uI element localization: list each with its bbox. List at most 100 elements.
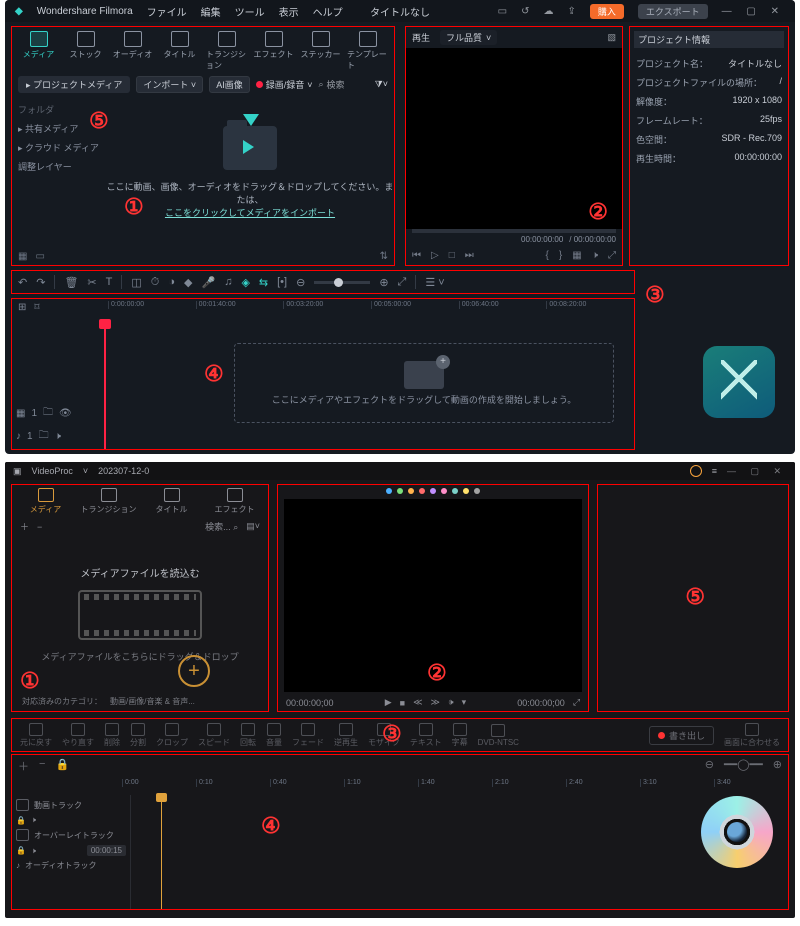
account-icon[interactable]	[690, 465, 702, 477]
timeline-area[interactable]: ここにメディアやエフェクトをドラッグして動画の作成を開始しましょう。 ④	[104, 321, 634, 449]
tab-stock[interactable]: ストック	[65, 31, 106, 71]
undo-icon[interactable]: ↶	[18, 276, 27, 289]
zoom-out-icon[interactable]: ⊖	[296, 276, 305, 289]
tool-delete[interactable]: 削除	[104, 723, 120, 748]
audio-track[interactable]: ♪オーディオトラック	[16, 860, 126, 871]
tab-title[interactable]: タイトル	[159, 31, 200, 71]
video-track-ctrl[interactable]: 🔒🕨	[16, 815, 126, 825]
timeline-ruler[interactable]: 0:000:10 0:401:10 1:402:10 2:403:10 3:40	[122, 777, 788, 795]
volume-icon[interactable]: 🕩	[448, 697, 454, 708]
tab-media[interactable]: メディア	[16, 488, 75, 515]
redo-icon[interactable]: ↷	[36, 276, 45, 289]
tl-lock-icon[interactable]: 🔒	[55, 758, 69, 774]
tool-split[interactable]: 分割	[130, 723, 146, 748]
search-input[interactable]: 検索... ⌕	[205, 520, 238, 533]
timeline-dropzone[interactable]: ここにメディアやエフェクトをドラッグして動画の作成を開始しましょう。	[234, 343, 614, 423]
play-mode[interactable]: 再生	[412, 31, 430, 44]
export-button[interactable]: 書き出し	[649, 726, 714, 745]
tool-dvd[interactable]: DVD-NTSC	[478, 724, 519, 747]
window-controls[interactable]: — ▢ ✕	[722, 6, 785, 17]
tab-transition[interactable]: トランジション	[79, 488, 138, 515]
cloud-icon[interactable]: ☁	[543, 6, 553, 17]
delete-icon[interactable]: 🗑	[64, 276, 78, 289]
range-icon[interactable]: [•]	[277, 276, 287, 288]
add-media-icon[interactable]: +	[178, 655, 210, 687]
tool-subtitle[interactable]: 字幕	[452, 723, 468, 748]
record-button[interactable]: 録画/録音 ˅	[256, 78, 313, 91]
settings-icon[interactable]: ▦	[572, 250, 581, 261]
fullscreen-icon[interactable]: ⤢	[573, 697, 580, 708]
import-link[interactable]: ここをクリックしてメディアをインポート	[165, 208, 335, 218]
tab-audio[interactable]: オーディオ	[112, 31, 153, 71]
media-dropzone[interactable]: ここに動画、画像、オーディオをドラッグ＆ドロップしてください。または、 ここをク…	[106, 96, 394, 248]
search-input[interactable]: ⌕ 検索	[318, 78, 368, 91]
tl-magnet-icon[interactable]: ⌑	[34, 302, 39, 318]
tl-remove-icon[interactable]: −	[39, 758, 45, 774]
tool-text[interactable]: テキスト	[410, 723, 442, 748]
fit-icon[interactable]: ⤢	[398, 276, 407, 289]
list-view-icon[interactable]: ▭	[35, 251, 44, 262]
tool-fade[interactable]: フェード	[292, 723, 324, 748]
next-icon[interactable]: ≫	[430, 697, 439, 708]
menu-help[interactable]: ヘルプ	[313, 4, 343, 19]
color-icon[interactable]: ◑	[168, 276, 175, 288]
volume-icon[interactable]: 🕨	[592, 250, 598, 261]
save-icon[interactable]: ▭	[498, 6, 507, 17]
tl-zoom-out-icon[interactable]: ⊖	[705, 758, 714, 774]
video-track-header[interactable]: ▦1🗀👁	[16, 405, 100, 422]
tab-effect[interactable]: エフェクト	[253, 31, 294, 71]
timeline-ruler[interactable]: 0:00:00:0000:01:40:00 00:03:20:0000:05:0…	[108, 299, 634, 321]
quality-dropdown[interactable]: フル品質 ˅	[440, 30, 497, 45]
cut-icon[interactable]: ✂	[87, 276, 96, 289]
overlay-track-ctrl[interactable]: 🔒🕨00:00:15	[16, 845, 126, 856]
snapshot-icon[interactable]: ▧	[607, 32, 616, 43]
menu-edit[interactable]: 編集	[201, 4, 221, 19]
overlay-track[interactable]: オーバーレイトラック	[16, 829, 126, 841]
tl-expand-icon[interactable]: ⊞	[18, 302, 26, 318]
link-icon[interactable]: ⇆	[259, 276, 268, 289]
tab-media[interactable]: メディア	[18, 31, 59, 71]
video-track[interactable]: 動画トラック	[16, 799, 126, 811]
marker-icon[interactable]: ◈	[241, 276, 249, 289]
prev-frame-icon[interactable]: ⏮	[412, 250, 421, 261]
stop-icon[interactable]: ■	[400, 698, 405, 708]
project-media-pill[interactable]: ▸ プロジェクトメディア	[18, 76, 130, 93]
music-icon[interactable]: ♫	[224, 276, 232, 288]
grid-view-icon[interactable]: ▦	[18, 251, 27, 262]
sort-icon[interactable]: ▤˅	[246, 521, 260, 532]
window-controls[interactable]: — ▢ ✕	[727, 466, 787, 477]
prev-icon[interactable]: ≪	[413, 697, 422, 708]
crop-icon[interactable]: ◫	[131, 276, 141, 289]
tl-add-icon[interactable]: ＋	[18, 758, 29, 774]
tl-zoom-slider[interactable]: ━━◯━━	[724, 758, 763, 774]
speed-icon[interactable]: ⏱	[151, 276, 160, 289]
mark-out-icon[interactable]: }	[559, 250, 562, 261]
tool-crop[interactable]: クロップ	[156, 723, 188, 748]
tool-undo[interactable]: 元に戻す	[20, 723, 52, 748]
tool-reverse[interactable]: 逆再生	[334, 723, 358, 748]
stop-icon[interactable]: □	[449, 250, 455, 261]
tab-sticker[interactable]: ステッカー	[300, 31, 341, 71]
zoom-slider[interactable]	[314, 281, 370, 284]
export-button[interactable]: エクスポート	[638, 4, 708, 19]
audio-track-header[interactable]: ♪1🗀🕨	[16, 428, 100, 445]
keyframe-icon[interactable]: ◆	[184, 276, 192, 289]
play-icon[interactable]: ▶	[385, 697, 392, 708]
mark-in-icon[interactable]: {	[546, 250, 549, 261]
tool-volume[interactable]: 音量	[266, 723, 282, 748]
timeline-area[interactable]: ④	[130, 795, 788, 909]
view-icon[interactable]: ☰ ˅	[425, 276, 444, 289]
tab-effect[interactable]: エフェクト	[205, 488, 264, 515]
add-icon[interactable]: ＋	[20, 520, 29, 533]
media-dropzone[interactable]: メディアファイルを読込む + メディアファイルをこちらにドラッグ＆ドロップ ①	[12, 535, 268, 692]
menu-view[interactable]: 表示	[279, 4, 299, 19]
play-icon[interactable]: ▷	[431, 250, 439, 261]
sort-icon[interactable]: ⇅	[380, 251, 388, 262]
audio-icon[interactable]: 🎤	[201, 276, 215, 289]
tool-redo[interactable]: やり直す	[62, 723, 94, 748]
tab-title[interactable]: タイトル	[142, 488, 201, 515]
history-icon[interactable]: ↺	[521, 6, 529, 17]
snapshot-icon[interactable]: ▾	[462, 697, 467, 708]
fit-screen[interactable]: 画面に合わせる	[724, 723, 780, 748]
import-dropdown[interactable]: インポート ˅	[136, 76, 203, 93]
